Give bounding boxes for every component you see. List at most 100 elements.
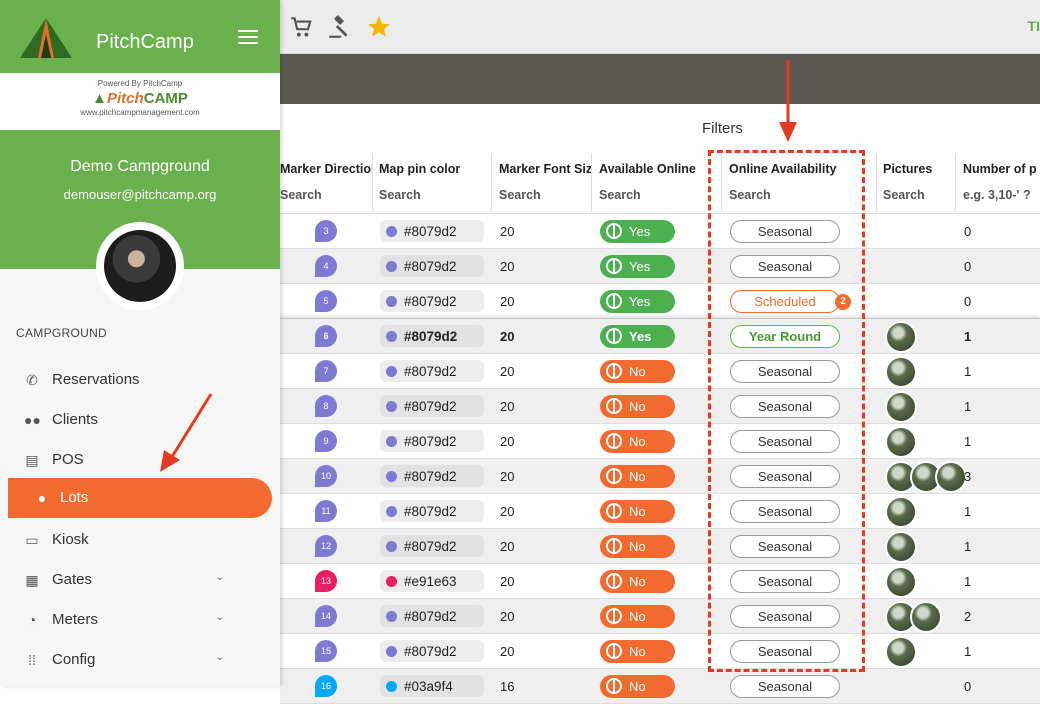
cart-icon[interactable] bbox=[288, 14, 314, 40]
column-search[interactable]: Search bbox=[729, 188, 869, 202]
table-row[interactable]: 16 #03a9f4 16 No Seasonal 0 bbox=[280, 669, 1040, 704]
map-pin-color-chip[interactable]: #8079d2 bbox=[380, 290, 484, 312]
marker-direction-pin[interactable]: 3 bbox=[315, 220, 337, 242]
online-availability-button[interactable]: Seasonal bbox=[730, 220, 840, 243]
available-online-toggle[interactable]: No bbox=[600, 570, 675, 593]
chevron-down-icon[interactable]: ⌄ bbox=[216, 652, 224, 663]
marker-direction-pin[interactable]: 8 bbox=[315, 395, 337, 417]
marker-direction-pin[interactable]: 4 bbox=[315, 255, 337, 277]
lot-picture-thumb[interactable] bbox=[885, 391, 917, 423]
column-search[interactable]: Search bbox=[599, 188, 709, 202]
map-pin-color-chip[interactable]: #8079d2 bbox=[380, 430, 484, 452]
sidebar-item-reservations[interactable]: ✆ Reservations bbox=[8, 360, 272, 400]
available-online-toggle[interactable]: Yes bbox=[600, 290, 675, 313]
online-availability-button[interactable]: Seasonal bbox=[730, 360, 840, 383]
marker-direction-pin[interactable]: 14 bbox=[315, 605, 337, 627]
lot-picture-thumb[interactable] bbox=[885, 426, 917, 458]
online-availability-button[interactable]: Seasonal bbox=[730, 640, 840, 663]
map-pin-color-chip[interactable]: #8079d2 bbox=[380, 395, 484, 417]
table-row[interactable]: 8 #8079d2 20 No Seasonal 1 bbox=[280, 389, 1040, 424]
marker-direction-pin[interactable]: 11 bbox=[315, 500, 337, 522]
column-header[interactable]: Map pin color bbox=[379, 162, 489, 176]
filters-title[interactable]: Filters bbox=[702, 120, 743, 137]
map-pin-color-chip[interactable]: #8079d2 bbox=[380, 325, 484, 347]
marker-direction-pin[interactable]: 9 bbox=[315, 430, 337, 452]
star-icon[interactable] bbox=[366, 14, 392, 40]
online-availability-button[interactable]: Seasonal bbox=[730, 500, 840, 523]
online-availability-button[interactable]: Seasonal bbox=[730, 395, 840, 418]
marker-direction-pin[interactable]: 16 bbox=[315, 675, 337, 697]
column-search[interactable]: Search bbox=[883, 188, 953, 202]
available-online-toggle[interactable]: Yes bbox=[600, 255, 675, 278]
column-search[interactable]: e.g. 3,10-' ? bbox=[963, 188, 1040, 202]
online-availability-button[interactable]: Seasonal bbox=[730, 570, 840, 593]
column-header[interactable]: Marker Font Size bbox=[499, 162, 591, 176]
marker-direction-pin[interactable]: 5 bbox=[315, 290, 337, 312]
available-online-toggle[interactable]: No bbox=[600, 395, 675, 418]
online-availability-button[interactable]: Scheduled 2 bbox=[730, 290, 851, 313]
marker-direction-pin[interactable]: 7 bbox=[315, 360, 337, 382]
lot-picture-thumb[interactable] bbox=[885, 356, 917, 388]
online-availability-button[interactable]: Seasonal bbox=[730, 605, 840, 628]
table-row[interactable]: 13 #e91e63 20 No Seasonal 1 bbox=[280, 564, 1040, 599]
online-availability-button[interactable]: Seasonal bbox=[730, 535, 840, 558]
column-header[interactable]: Pictures bbox=[883, 162, 953, 176]
column-search[interactable]: Search bbox=[379, 188, 489, 202]
marker-direction-pin[interactable]: 10 bbox=[315, 465, 337, 487]
map-pin-color-chip[interactable]: #8079d2 bbox=[380, 360, 484, 382]
available-online-toggle[interactable]: No bbox=[600, 360, 675, 383]
table-row[interactable]: 7 #8079d2 20 No Seasonal 1 bbox=[280, 354, 1040, 389]
map-pin-color-chip[interactable]: #8079d2 bbox=[380, 220, 484, 242]
marker-direction-pin[interactable]: 12 bbox=[315, 535, 337, 557]
column-header[interactable]: Available Online bbox=[599, 162, 709, 176]
available-online-toggle[interactable]: No bbox=[600, 465, 675, 488]
lot-picture-thumb[interactable] bbox=[885, 321, 917, 353]
sidebar-item-clients[interactable]: ●● Clients bbox=[8, 400, 272, 440]
available-online-toggle[interactable]: No bbox=[600, 605, 675, 628]
online-availability-button[interactable]: Year Round bbox=[730, 325, 840, 348]
marker-direction-pin[interactable]: 15 bbox=[315, 640, 337, 662]
sidebar-item-gates[interactable]: ▦ Gates ⌄ bbox=[8, 560, 272, 600]
lot-picture-thumb[interactable] bbox=[885, 566, 917, 598]
table-row[interactable]: 11 #8079d2 20 No Seasonal 1 bbox=[280, 494, 1040, 529]
table-row[interactable]: 14 #8079d2 20 No Seasonal 2 bbox=[280, 599, 1040, 634]
menu-icon[interactable] bbox=[238, 30, 258, 44]
table-row[interactable]: 9 #8079d2 20 No Seasonal 1 bbox=[280, 424, 1040, 459]
marker-direction-pin[interactable]: 13 bbox=[315, 570, 337, 592]
lot-picture-thumb[interactable] bbox=[885, 636, 917, 668]
topbar-right-text[interactable]: TI bbox=[1028, 18, 1040, 34]
table-row[interactable]: 12 #8079d2 20 No Seasonal 1 bbox=[280, 529, 1040, 564]
sidebar-item-pos[interactable]: ▤ POS bbox=[8, 440, 272, 480]
table-row[interactable]: 3 #8079d2 20 Yes Seasonal 0 bbox=[280, 214, 1040, 249]
table-row[interactable]: 15 #8079d2 20 No Seasonal 1 bbox=[280, 634, 1040, 669]
map-pin-color-chip[interactable]: #e91e63 bbox=[380, 570, 484, 592]
map-pin-color-chip[interactable]: #8079d2 bbox=[380, 255, 484, 277]
column-header[interactable]: Number of p bbox=[963, 162, 1040, 176]
marker-direction-pin[interactable]: 6 bbox=[315, 325, 337, 347]
sidebar-item-kiosk[interactable]: ▭ Kiosk bbox=[8, 520, 272, 560]
table-row[interactable]: 10 #8079d2 20 No Seasonal 3 bbox=[280, 459, 1040, 494]
column-search[interactable]: Search bbox=[280, 188, 372, 202]
chevron-down-icon[interactable]: ⌄ bbox=[216, 612, 224, 623]
sidebar-item-meters[interactable]: ◔ Meters ⌄ bbox=[8, 600, 272, 640]
map-pin-color-chip[interactable]: #8079d2 bbox=[380, 465, 484, 487]
lot-picture-thumb[interactable] bbox=[910, 601, 942, 633]
column-search[interactable]: Search bbox=[499, 188, 591, 202]
lot-picture-thumb[interactable] bbox=[935, 461, 967, 493]
available-online-toggle[interactable]: No bbox=[600, 500, 675, 523]
table-row[interactable]: 5 #8079d2 20 Yes Scheduled 2 0 bbox=[280, 284, 1040, 319]
available-online-toggle[interactable]: Yes bbox=[600, 220, 675, 243]
avatar[interactable] bbox=[96, 222, 184, 310]
map-pin-color-chip[interactable]: #03a9f4 bbox=[380, 675, 484, 697]
sidebar-item-lots[interactable]: ● Lots bbox=[8, 478, 272, 518]
online-availability-button[interactable]: Seasonal bbox=[730, 430, 840, 453]
available-online-toggle[interactable]: No bbox=[600, 430, 675, 453]
available-online-toggle[interactable]: No bbox=[600, 640, 675, 663]
online-availability-button[interactable]: Seasonal bbox=[730, 465, 840, 488]
column-header[interactable]: Marker Direction bbox=[280, 162, 372, 176]
available-online-toggle[interactable]: Yes bbox=[600, 325, 675, 348]
online-availability-button[interactable]: Seasonal bbox=[730, 675, 840, 698]
map-pin-color-chip[interactable]: #8079d2 bbox=[380, 640, 484, 662]
available-online-toggle[interactable]: No bbox=[600, 535, 675, 558]
map-pin-color-chip[interactable]: #8079d2 bbox=[380, 500, 484, 522]
